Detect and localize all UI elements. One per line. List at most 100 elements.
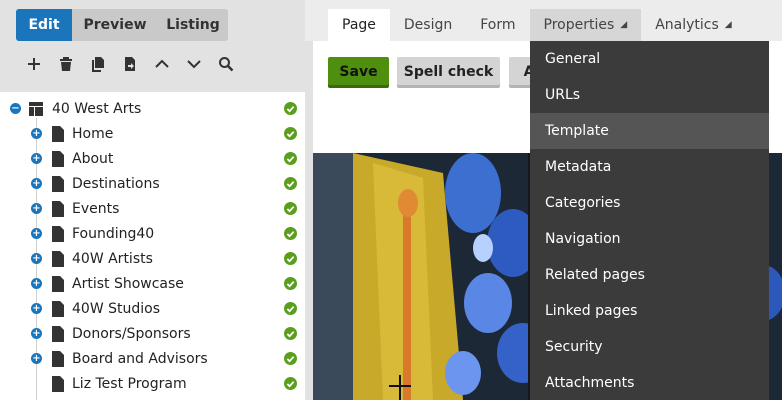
tab-form[interactable]: Form (466, 9, 529, 41)
save-button[interactable]: Save (328, 57, 389, 88)
content-tree: − 40 West Arts + Home + About + Destinat… (0, 96, 305, 396)
tab-label: Page (342, 17, 376, 33)
panel-divider (305, 41, 313, 400)
collapse-icon[interactable]: − (10, 103, 21, 114)
published-check-icon (284, 202, 297, 215)
tree-node[interactable]: + Events (0, 196, 305, 221)
tree-node-root[interactable]: − 40 West Arts (0, 96, 305, 121)
published-check-icon (284, 352, 297, 365)
page-icon (52, 225, 64, 242)
published-check-icon (284, 177, 297, 190)
tree-node[interactable]: + Destinations (0, 171, 305, 196)
tab-label: Design (403, 17, 453, 33)
tree-node[interactable]: + About (0, 146, 305, 171)
menu-item-metadata[interactable]: Metadata (530, 149, 769, 185)
tab-label: Form (480, 17, 516, 33)
menu-item-urls[interactable]: URLs (530, 77, 769, 113)
tab-label: Properties (543, 17, 615, 33)
tree-node-label: Board and Advisors (72, 350, 208, 367)
published-check-icon (284, 377, 297, 390)
published-check-icon (284, 152, 297, 165)
published-check-icon (284, 227, 297, 240)
expand-icon[interactable]: + (31, 328, 42, 339)
mode-tab-listing[interactable]: Listing (158, 9, 228, 41)
spell-check-button[interactable]: Spell check (397, 57, 500, 88)
move-icon[interactable] (114, 52, 146, 76)
tree-node-label: Events (72, 200, 120, 217)
expand-icon[interactable]: + (31, 353, 42, 364)
page-icon (52, 375, 64, 392)
expand-icon[interactable]: + (31, 253, 42, 264)
content-tree-panel: Edit Preview Listing − 40 West Arts + Ho… (0, 0, 305, 400)
page-icon (52, 200, 64, 217)
menu-item-navigation[interactable]: Navigation (530, 221, 769, 257)
expand-icon[interactable]: + (31, 303, 42, 314)
search-icon[interactable] (210, 52, 242, 76)
caret-down-icon: ◢ (724, 20, 732, 30)
menu-item-related-pages[interactable]: Related pages (530, 257, 769, 293)
menu-item-general[interactable]: General (530, 41, 769, 77)
page-icon (52, 150, 64, 167)
tree-node-label: Liz Test Program (72, 375, 187, 392)
tree-node[interactable]: + Artist Showcase (0, 271, 305, 296)
published-check-icon (284, 252, 297, 265)
tree-node-label: 40 West Arts (52, 100, 142, 117)
tree-node[interactable]: + Home (0, 121, 305, 146)
tree-node-label: Destinations (72, 175, 160, 192)
expand-icon[interactable]: + (31, 228, 42, 239)
tree-node[interactable]: + 40W Studios (0, 296, 305, 321)
caret-down-icon: ◢ (620, 20, 628, 30)
published-check-icon (284, 302, 297, 315)
copy-icon[interactable] (82, 52, 114, 76)
menu-item-categories[interactable]: Categories (530, 185, 769, 221)
menu-item-linked-pages[interactable]: Linked pages (530, 293, 769, 329)
page-icon (52, 275, 64, 292)
tab-page[interactable]: Page (328, 9, 390, 41)
published-check-icon (284, 327, 297, 340)
tab-properties[interactable]: Properties ◢ (529, 9, 642, 41)
tree-node[interactable]: + 40W Artists (0, 246, 305, 271)
expand-icon[interactable]: + (31, 203, 42, 214)
trash-icon[interactable] (50, 52, 82, 76)
properties-menu: General URLs Template Metadata Categorie… (530, 41, 769, 400)
published-check-icon (284, 127, 297, 140)
expand-icon[interactable]: + (31, 153, 42, 164)
chevron-down-icon[interactable] (178, 52, 210, 76)
mode-switcher: Edit Preview Listing (16, 9, 228, 41)
tree-toolbar (18, 52, 242, 76)
tree-node[interactable]: Liz Test Program (0, 371, 305, 396)
page-icon (52, 350, 64, 367)
expand-icon[interactable]: + (31, 178, 42, 189)
page-icon (52, 300, 64, 317)
tree-node-label: Founding40 (72, 225, 155, 242)
menu-item-template[interactable]: Template (530, 113, 769, 149)
expand-icon[interactable]: + (31, 278, 42, 289)
tree-node-label: Artist Showcase (72, 275, 184, 292)
menu-item-attachments[interactable]: Attachments (530, 365, 769, 400)
main-tabs: Page Design Form Properties ◢ Analytics ◢ (328, 9, 746, 41)
page-icon (52, 325, 64, 342)
tab-analytics[interactable]: Analytics ◢ (641, 9, 746, 41)
page-icon (52, 250, 64, 267)
tree-node-label: 40W Studios (72, 300, 160, 317)
tree-node-label: About (72, 150, 114, 167)
tab-label: Analytics (655, 17, 719, 33)
tree-node-label: Donors/Sponsors (72, 325, 191, 342)
mode-tab-preview[interactable]: Preview (72, 9, 158, 41)
tree-node-label: Home (72, 125, 114, 142)
expand-icon[interactable]: + (31, 128, 42, 139)
tree-node-label: 40W Artists (72, 250, 153, 267)
tab-design[interactable]: Design (390, 9, 466, 41)
tree-node[interactable]: + Board and Advisors (0, 346, 305, 371)
tree-node[interactable]: + Founding40 (0, 221, 305, 246)
plus-icon[interactable] (18, 52, 50, 76)
page-icon (52, 175, 64, 192)
site-layout-icon (29, 101, 43, 116)
page-icon (52, 125, 64, 142)
chevron-up-icon[interactable] (146, 52, 178, 76)
tree-node[interactable]: + Donors/Sponsors (0, 321, 305, 346)
published-check-icon (284, 277, 297, 290)
menu-item-security[interactable]: Security (530, 329, 769, 365)
published-check-icon (284, 102, 297, 115)
mode-tab-edit[interactable]: Edit (16, 9, 72, 41)
